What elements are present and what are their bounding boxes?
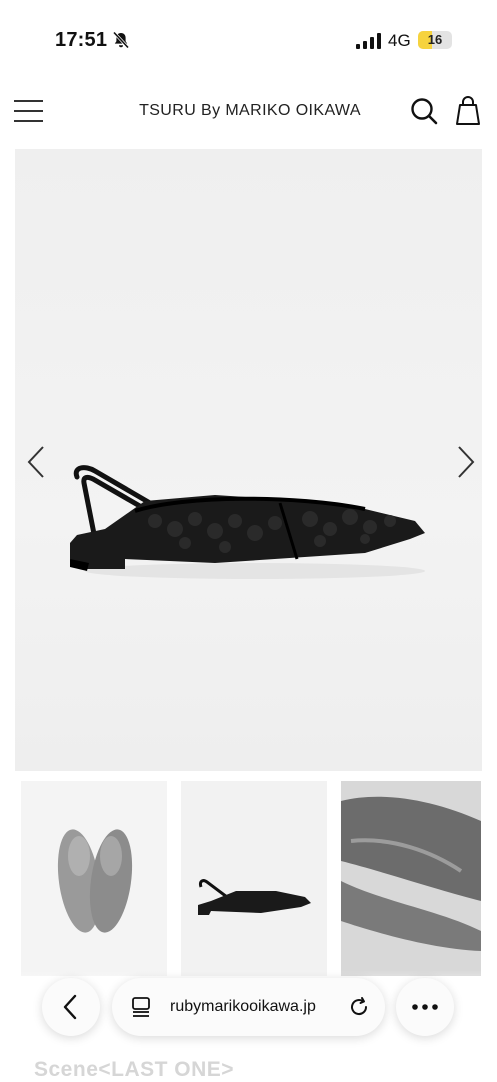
product-photo bbox=[70, 465, 425, 579]
status-bar: 17:51 4G 16 bbox=[0, 0, 497, 80]
thumbnail-strip bbox=[0, 781, 497, 981]
status-time: 17:51 bbox=[55, 29, 108, 51]
shopping-bag-icon[interactable] bbox=[455, 95, 481, 127]
back-button[interactable] bbox=[42, 978, 100, 1036]
below-fold-title: Scene<LAST ONE> bbox=[34, 1058, 235, 1081]
thumbnail-2-image bbox=[198, 879, 311, 915]
brand-logo[interactable]: TSURU By MARIKO OIKAWA bbox=[110, 102, 390, 120]
thumbnail-1-image bbox=[57, 829, 133, 933]
back-arrow-icon bbox=[63, 994, 77, 1020]
reload-icon[interactable] bbox=[347, 995, 371, 1019]
chevron-right-icon[interactable] bbox=[449, 442, 479, 482]
product-image-carousel[interactable] bbox=[15, 149, 482, 771]
search-icon[interactable] bbox=[409, 96, 439, 126]
battery-indicator: 16 bbox=[418, 31, 452, 49]
signal-icon bbox=[356, 33, 381, 49]
thumbnail-2[interactable] bbox=[181, 781, 327, 976]
chevron-left-icon[interactable] bbox=[23, 442, 53, 482]
url-text[interactable]: rubymarikooikawa.jp bbox=[170, 998, 316, 1016]
thumbnail-1[interactable] bbox=[21, 781, 167, 976]
hamburger-icon[interactable] bbox=[14, 98, 44, 124]
thumbnail-3[interactable] bbox=[341, 781, 481, 976]
address-bar[interactable]: rubymarikooikawa.jp bbox=[112, 978, 385, 1036]
thumbnail-3-image bbox=[341, 781, 481, 976]
more-icon bbox=[412, 1004, 438, 1010]
tabs-icon[interactable] bbox=[130, 996, 152, 1018]
site-header: TSURU By MARIKO OIKAWA bbox=[0, 82, 497, 144]
network-type: 4G bbox=[388, 31, 411, 50]
battery-percent: 16 bbox=[427, 32, 443, 47]
more-button[interactable] bbox=[396, 978, 454, 1036]
bell-slash-icon bbox=[112, 31, 130, 49]
